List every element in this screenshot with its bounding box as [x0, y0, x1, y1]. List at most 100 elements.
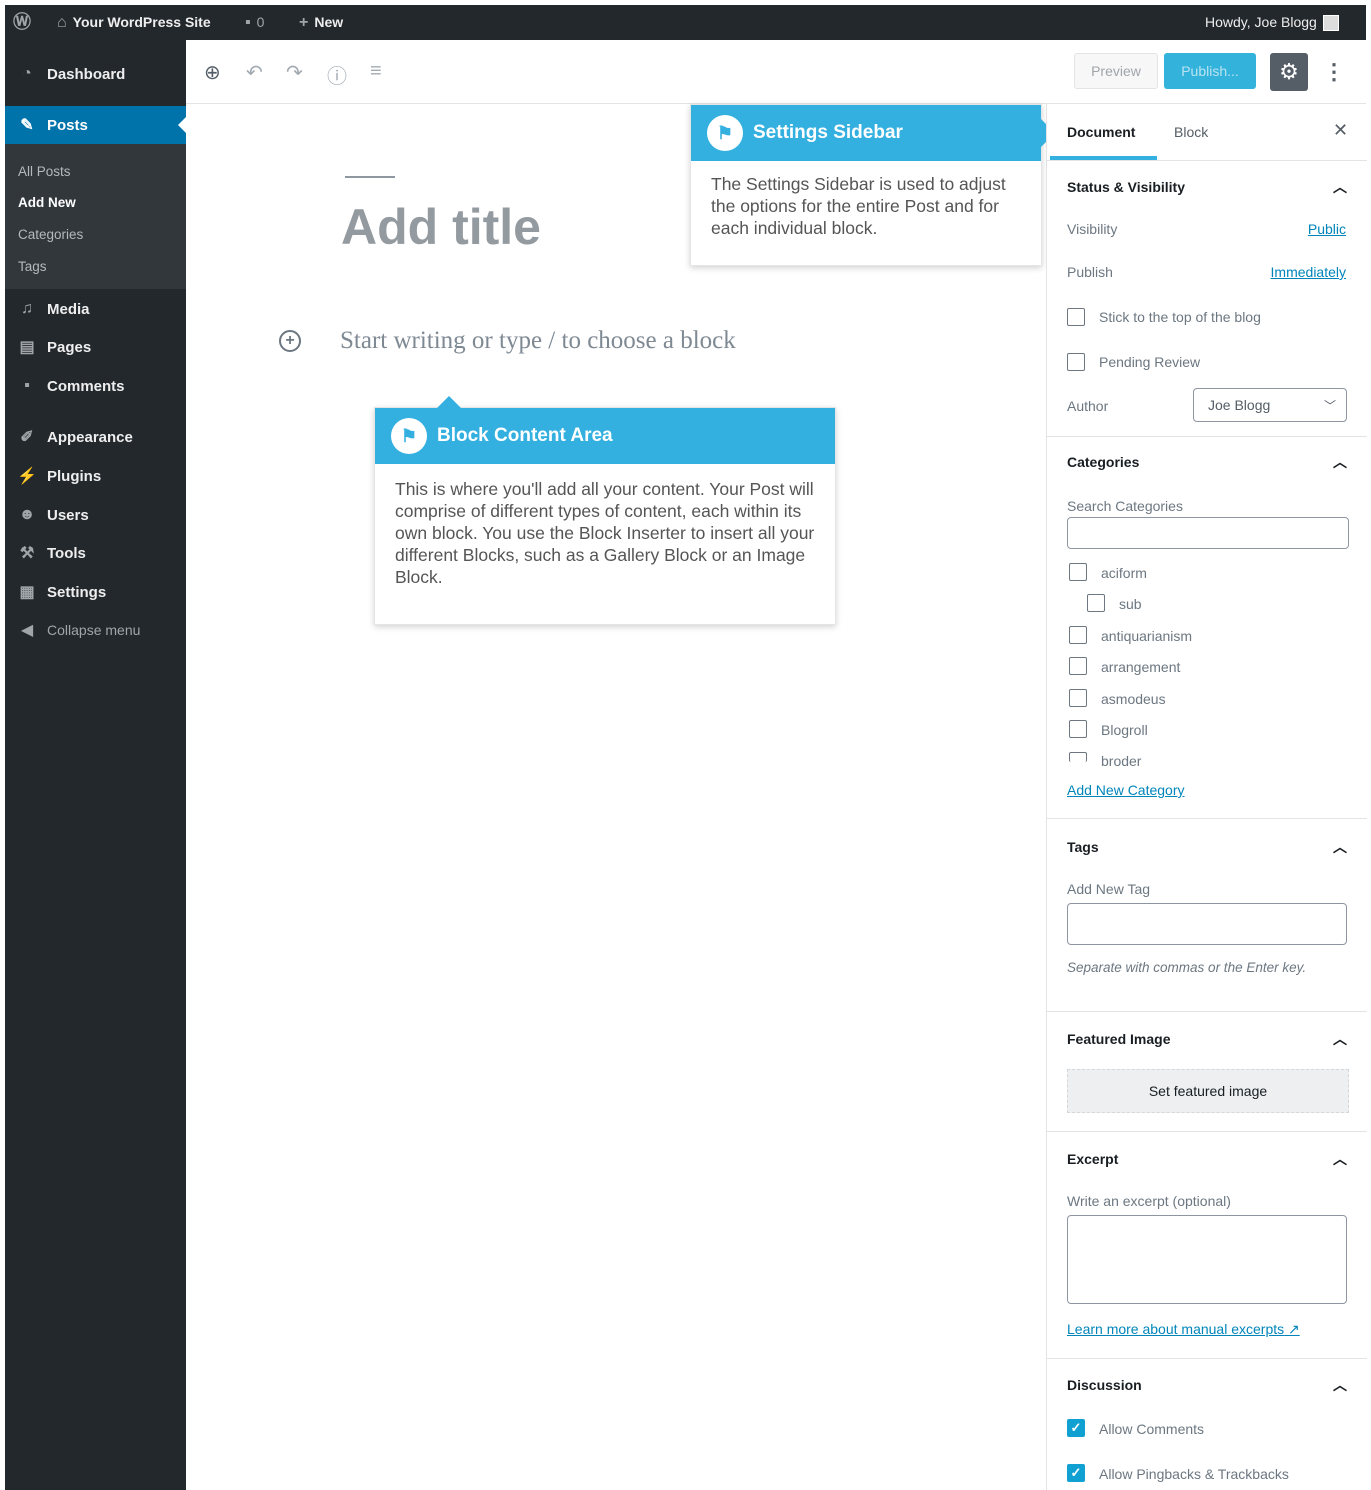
divider — [1047, 160, 1367, 161]
sticky-checkbox[interactable] — [1067, 308, 1085, 326]
category-label: broder — [1101, 753, 1142, 769]
sidebar-item-label: Media — [47, 300, 90, 318]
my-account-link[interactable]: Howdy, Joe Blogg — [1205, 5, 1339, 40]
wrench-icon: ⚒ — [19, 545, 35, 562]
redo-icon[interactable]: ↷ — [286, 60, 303, 85]
sidebar-item-label: Dashboard — [47, 65, 126, 83]
more-menu-icon[interactable]: ⋮ — [1322, 53, 1346, 91]
outline-icon[interactable]: ≡ — [370, 60, 382, 83]
sticky-label: Stick to the top of the blog — [1099, 309, 1261, 325]
flag-icon: ⚑ — [391, 418, 427, 454]
allow-comments-label: Allow Comments — [1099, 1421, 1205, 1437]
settings-sidebar: Document Block ✕ Status & Visibility ︿ V… — [1046, 104, 1367, 1490]
tab-block[interactable]: Block — [1174, 124, 1208, 140]
post-title-input[interactable]: Add title — [341, 198, 541, 256]
sidebar-item-collapse[interactable]: ◀ Collapse menu — [5, 611, 186, 649]
category-checkbox[interactable] — [1069, 689, 1087, 707]
panel-title-discussion[interactable]: Discussion — [1067, 1377, 1142, 1393]
category-checkbox[interactable] — [1069, 752, 1087, 762]
category-checkbox[interactable] — [1069, 657, 1087, 675]
submenu-categories[interactable]: Categories — [18, 227, 83, 242]
sidebar-item-label: Collapse menu — [47, 622, 141, 638]
divider — [1047, 1358, 1367, 1359]
external-link-icon: ↗ — [1288, 1321, 1300, 1337]
category-checkbox[interactable] — [1069, 563, 1087, 581]
chevron-up-icon[interactable]: ︿ — [1333, 1029, 1347, 1049]
category-label: arrangement — [1101, 659, 1181, 675]
chevron-up-icon[interactable]: ︿ — [1333, 837, 1347, 857]
chevron-up-icon[interactable]: ︿ — [1333, 1149, 1347, 1169]
add-new-category-link[interactable]: Add New Category — [1067, 782, 1185, 798]
sidebar-item-dashboard[interactable]: ◔ Dashboard — [5, 55, 186, 93]
settings-icon: ▦ — [19, 584, 35, 601]
new-content-link[interactable]: + New — [299, 5, 343, 40]
category-checkbox[interactable] — [1087, 594, 1105, 612]
wordpress-logo-icon[interactable]: Ⓦ — [13, 5, 31, 40]
sidebar-item-settings[interactable]: ▦ Settings — [5, 573, 186, 611]
author-label: Author — [1067, 398, 1109, 414]
allow-pingbacks-checkbox[interactable]: ✓ — [1067, 1464, 1085, 1482]
allow-comments-checkbox[interactable]: ✓ — [1067, 1419, 1085, 1437]
add-tag-input[interactable] — [1067, 903, 1347, 945]
preview-button[interactable]: Preview — [1074, 53, 1158, 89]
comments-count: 0 — [256, 14, 265, 30]
publish-button[interactable]: Publish... — [1164, 53, 1256, 89]
block-inserter-icon[interactable]: + — [279, 330, 301, 352]
panel-title-tags[interactable]: Tags — [1067, 839, 1099, 855]
sidebar-item-plugins[interactable]: ⚡ Plugins — [5, 457, 186, 495]
publish-label: Publish — [1067, 264, 1113, 280]
submenu-all-posts[interactable]: All Posts — [18, 164, 71, 179]
chevron-up-icon[interactable]: ︿ — [1333, 177, 1347, 197]
sidebar-item-pages[interactable]: ▤ Pages — [5, 328, 186, 366]
author-select[interactable]: Joe Blogg ﹀ — [1193, 388, 1347, 422]
category-label: asmodeus — [1101, 691, 1166, 707]
panel-title-featured-image[interactable]: Featured Image — [1067, 1031, 1170, 1047]
submenu-tags[interactable]: Tags — [18, 259, 47, 274]
info-icon[interactable]: ⓘ — [327, 60, 347, 89]
visibility-link[interactable]: Public — [1308, 221, 1346, 237]
sidebar-item-tools[interactable]: ⚒ Tools — [5, 534, 186, 572]
sidebar-item-label: Settings — [47, 583, 107, 601]
add-tag-label: Add New Tag — [1067, 881, 1151, 897]
tab-document[interactable]: Document — [1067, 124, 1135, 140]
plug-icon: ⚡ — [17, 468, 37, 485]
block-placeholder[interactable]: Start writing or type / to choose a bloc… — [340, 327, 736, 355]
excerpt-textarea[interactable] — [1067, 1215, 1347, 1304]
divider — [1047, 436, 1367, 437]
set-featured-image-button[interactable]: Set featured image — [1067, 1069, 1349, 1113]
sidebar-item-comments[interactable]: ▪ Comments — [5, 367, 186, 405]
search-categories-input[interactable] — [1067, 517, 1349, 549]
posts-submenu: All Posts Add New Categories Tags — [5, 144, 186, 289]
panel-title-excerpt[interactable]: Excerpt — [1067, 1151, 1118, 1167]
comments-icon: ▪ — [24, 377, 30, 394]
allow-pingbacks-label: Allow Pingbacks & Trackbacks — [1099, 1466, 1289, 1482]
submenu-add-new[interactable]: Add New — [18, 195, 76, 210]
visibility-label: Visibility — [1067, 221, 1118, 237]
sidebar-item-posts[interactable]: ✎ Posts — [5, 106, 186, 144]
avatar — [1322, 14, 1339, 31]
sidebar-item-label: Appearance — [47, 428, 133, 446]
comments-link[interactable]: ▪ 0 — [245, 5, 264, 40]
sidebar-item-media[interactable]: ♫ Media — [5, 290, 186, 328]
chevron-up-icon[interactable]: ︿ — [1333, 452, 1347, 472]
panel-title-status[interactable]: Status & Visibility — [1067, 179, 1185, 195]
sidebar-item-label: Plugins — [47, 467, 102, 485]
undo-icon[interactable]: ↶ — [246, 60, 263, 85]
settings-gear-icon[interactable]: ⚙ — [1270, 53, 1308, 91]
sidebar-item-users[interactable]: ☻ Users — [5, 496, 186, 534]
learn-more-excerpts-link[interactable]: Learn more about manual excerpts ↗ — [1067, 1321, 1300, 1338]
add-block-icon[interactable]: ⊕ — [204, 60, 221, 85]
sidebar-item-appearance[interactable]: ✐ Appearance — [5, 418, 186, 456]
pending-review-label: Pending Review — [1099, 354, 1201, 370]
panel-title-categories[interactable]: Categories — [1067, 454, 1139, 470]
flag-icon: ⚑ — [707, 115, 743, 151]
close-icon[interactable]: ✕ — [1333, 120, 1348, 141]
pin-icon: ✎ — [20, 117, 34, 134]
publish-date-link[interactable]: Immediately — [1271, 264, 1346, 280]
site-name-link[interactable]: ⌂ Your WordPress Site — [57, 5, 211, 40]
category-checkbox[interactable] — [1069, 626, 1087, 644]
chevron-up-icon[interactable]: ︿ — [1333, 1375, 1347, 1395]
title-divider — [345, 176, 395, 178]
category-checkbox[interactable] — [1069, 720, 1087, 738]
pending-review-checkbox[interactable] — [1067, 353, 1085, 371]
